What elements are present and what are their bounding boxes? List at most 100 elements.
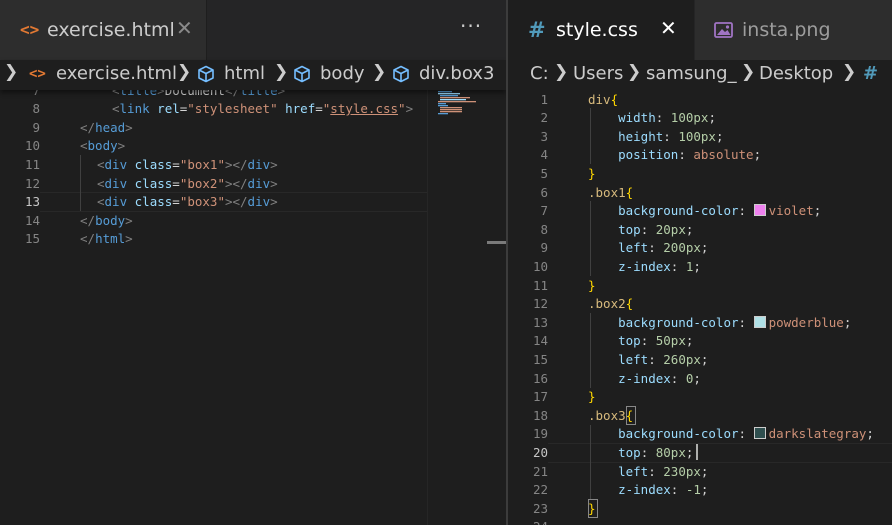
line-number: 9 [540, 240, 548, 256]
code-line: <link rel="stylesheet" href="style.css"> [112, 101, 414, 117]
tab-label: style.css [556, 19, 638, 41]
code-line: } [588, 165, 596, 181]
chevron-right-icon: ❯ [554, 62, 569, 82]
code-line: position: absolute; [588, 147, 762, 163]
tab-label: insta.png [742, 19, 831, 41]
line-number: 22 [532, 482, 548, 498]
line-number: 19 [532, 426, 548, 442]
line-number: 8 [32, 101, 40, 117]
scrollbar-marker[interactable] [487, 241, 506, 244]
close-icon[interactable]: ✕ [660, 16, 677, 40]
code-line: <div class="box1"></div> [97, 156, 278, 172]
code-line: .box1{ [588, 184, 634, 200]
breadcrumb-item-div-box3[interactable]: div.box3 [419, 63, 494, 84]
code-line: </head> [80, 119, 133, 135]
line-number: 15 [24, 231, 40, 247]
code-icon: <> [29, 66, 46, 82]
breadcrumb-item-body[interactable]: body [320, 63, 365, 84]
tab-label: exercise.html [47, 19, 175, 41]
code-line: z-index: 1; [588, 258, 701, 274]
code-line: top: 80px; [588, 444, 694, 460]
code-line: </html> [80, 231, 133, 247]
breadcrumb-item-drive[interactable]: C: [530, 63, 549, 84]
text-cursor [696, 444, 698, 460]
chevron-right-icon: ❯ [372, 62, 387, 82]
code-line: background-color: darkslategray; [588, 426, 874, 442]
line-number: 6 [540, 184, 548, 200]
code-line: background-color: powderblue; [588, 314, 852, 330]
code-icon: <> [20, 20, 40, 39]
line-number: 15 [532, 351, 548, 367]
code-line: <body> [80, 138, 126, 154]
breadcrumb-item-html[interactable]: html [224, 63, 265, 84]
code-line: <div class="box3"></div> [97, 194, 278, 210]
tab-insta-png[interactable]: insta.png [695, 0, 892, 60]
tab-style-css[interactable]: # style.css ✕ [508, 0, 694, 60]
breadcrumb-item-desktop[interactable]: Desktop [759, 63, 833, 84]
css-editor-pane: # style.css ✕ insta.png C: ❯ Users ❯ sam… [508, 0, 892, 525]
code-line: top: 20px; [588, 221, 694, 237]
line-number: 13 [24, 194, 40, 210]
symbol-element-icon [198, 65, 214, 83]
code-line: z-index: 0; [588, 370, 701, 386]
line-number: 16 [532, 370, 548, 386]
color-swatch[interactable] [753, 427, 766, 440]
code-line: </body> [80, 212, 133, 228]
image-icon [714, 22, 733, 38]
line-number: 14 [532, 333, 548, 349]
line-number: 23 [532, 500, 548, 516]
code-line: width: 100px; [588, 110, 716, 126]
breadcrumb-item-users[interactable]: Users [573, 63, 623, 84]
line-number: 5 [540, 165, 548, 181]
code-line: div{ [588, 91, 619, 107]
line-number: 8 [540, 221, 548, 237]
line-number: 17 [532, 389, 548, 405]
chevron-right-icon: ❯ [4, 62, 19, 82]
right-tab-bar: # style.css ✕ insta.png [508, 0, 892, 60]
line-number: 9 [32, 119, 40, 135]
line-number: 18 [532, 407, 548, 423]
chevron-right-icon: ❯ [627, 62, 642, 82]
symbol-element-icon [393, 65, 409, 83]
code-line: .box3{ [588, 407, 634, 423]
line-number: 12 [24, 175, 40, 191]
code-line: top: 50px; [588, 333, 694, 349]
minimap[interactable] [427, 90, 506, 525]
line-number: 10 [24, 138, 40, 154]
line-number: 1 [540, 91, 548, 107]
tab-exercise-html[interactable]: <> exercise.html ✕ [0, 0, 207, 60]
code-line: z-index: -1; [588, 482, 709, 498]
breadcrumb: C: ❯ Users ❯ samsung_ ❯ Desktop ❯ # [508, 60, 892, 90]
code-line: } [588, 500, 596, 516]
chevron-right-icon: ❯ [842, 62, 857, 82]
line-number: 14 [24, 212, 40, 228]
code-line: left: 260px; [588, 351, 709, 367]
code-line: <div class="box2"></div> [97, 175, 278, 191]
chevron-right-icon: ❯ [177, 62, 192, 82]
line-number: 24 [508, 518, 548, 525]
color-swatch[interactable] [753, 204, 766, 217]
line-number: 20 [532, 444, 548, 460]
line-number: 11 [532, 277, 548, 293]
code-line: .box2{ [588, 296, 634, 312]
line-number: 10 [532, 258, 548, 274]
line-number: 4 [540, 147, 548, 163]
line-number: 12 [532, 296, 548, 312]
code-line: } [588, 389, 596, 405]
color-swatch[interactable] [753, 315, 766, 328]
html-editor-pane: <> exercise.html ✕ ··· ❯ <> exercise.htm… [0, 0, 506, 525]
line-number: 3 [540, 128, 548, 144]
symbol-element-icon [294, 65, 310, 83]
breadcrumb-item-user[interactable]: samsung_ [646, 63, 737, 84]
code-line: left: 200px; [588, 240, 709, 256]
chevron-right-icon: ❯ [741, 62, 756, 82]
line-number: 21 [532, 463, 548, 479]
css-hash-icon[interactable]: # [863, 63, 878, 84]
line-number: 7 [540, 203, 548, 219]
css-hash-icon: # [528, 18, 546, 42]
code-line: left: 230px; [588, 463, 709, 479]
close-icon[interactable]: ✕ [176, 16, 193, 40]
breadcrumb-item-file[interactable]: exercise.html [56, 63, 177, 84]
line-number: 13 [532, 314, 548, 330]
more-actions-icon[interactable]: ··· [460, 14, 482, 38]
